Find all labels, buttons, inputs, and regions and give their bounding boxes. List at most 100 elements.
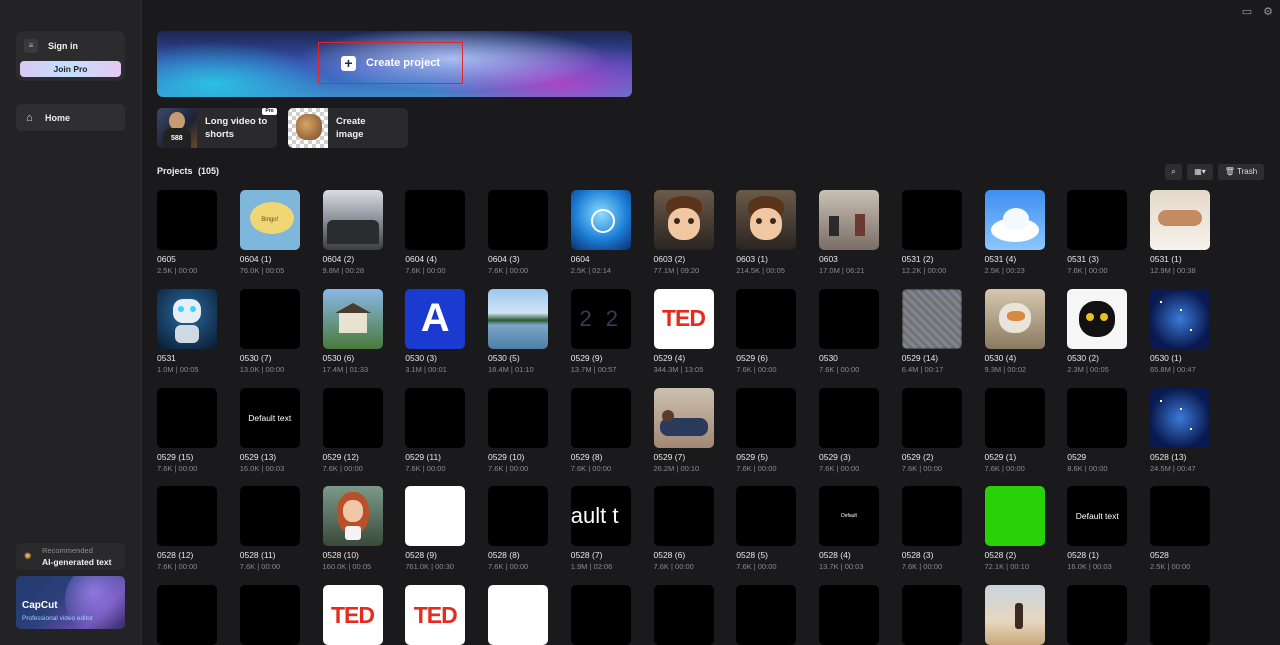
join-pro-button[interactable]: Join Pro	[20, 61, 121, 77]
project-card[interactable]: Bingo! 0604 (1) 76.0K | 00:05	[239, 190, 300, 275]
lightbulb-icon: ✺	[24, 551, 32, 561]
project-card[interactable]: 0528 (10) 160.0K | 00:05	[322, 486, 383, 571]
project-card[interactable]: 0530 (2) 2.3M | 00:05	[1067, 288, 1128, 374]
project-card[interactable]: 0529 (2) 7.6K | 00:00	[901, 387, 962, 473]
project-card[interactable]: 0603 17.0M | 06:21	[819, 190, 879, 275]
project-thumbnail	[157, 288, 217, 349]
project-card[interactable]: TED	[322, 585, 383, 645]
project-meta: 1.0M | 00:05	[157, 364, 199, 374]
project-card[interactable]: 0531 (3) 7.6K | 00:00	[1067, 190, 1128, 275]
project-card[interactable]: 0530 (7) 13.0K | 00:00	[239, 288, 300, 374]
project-card[interactable]: 0529 (1) 7.6K | 00:00	[984, 387, 1045, 473]
project-card[interactable]: 0531 (4) 2.5K | 00:23	[984, 190, 1045, 275]
create-image-button[interactable]: Create image	[288, 108, 408, 148]
project-card[interactable]: 0528 (11) 7.6K | 00:00	[239, 486, 300, 571]
project-card[interactable]	[653, 585, 714, 645]
project-card[interactable]: Default text 0528 (1) 16.0K | 00:03	[1067, 486, 1128, 571]
project-card[interactable]	[570, 585, 631, 645]
project-card[interactable]: 0530 (5) 18.4M | 01:10	[488, 288, 548, 374]
feedback-icon[interactable]: ▭	[1241, 6, 1253, 18]
search-button[interactable]: ⌕	[1165, 164, 1182, 180]
project-card[interactable]	[736, 585, 797, 645]
project-card[interactable]: 0529 (10) 7.6K | 00:00	[488, 387, 548, 473]
project-card[interactable]	[488, 585, 548, 645]
long-video-to-shorts-button[interactable]: 588 Long video to shorts Pro	[157, 108, 277, 148]
project-card[interactable]: 0528 (3) 7.6K | 00:00	[901, 486, 962, 571]
sign-in-button[interactable]: ≡ Sign in	[24, 38, 78, 54]
project-card[interactable]: 0530 (4) 9.3M | 00:02	[984, 288, 1045, 374]
capcut-promo-card[interactable]: CapCut Professional video editor	[16, 576, 125, 629]
project-name: 0528 (11)	[239, 550, 276, 561]
project-card[interactable]: 0528 (6) 7.6K | 00:00	[653, 486, 714, 571]
project-card[interactable]: 0529 (12) 7.6K | 00:00	[322, 387, 383, 473]
sidebar-item-home[interactable]: ⌂ Home	[16, 104, 125, 131]
project-card[interactable]: 0531 (2) 12.2K | 00:00	[901, 190, 962, 275]
project-card[interactable]: 0530 (6) 17.4M | 01:33	[322, 288, 383, 374]
project-card[interactable]: Default text 0529 (13) 16.0K | 00:03	[239, 387, 300, 473]
project-card[interactable]: 0531 1.0M | 00:05	[157, 288, 217, 374]
project-name: 0529 (12)	[322, 451, 359, 462]
project-thumbnail	[405, 190, 466, 250]
project-card[interactable]	[1150, 585, 1210, 645]
project-card[interactable]: 0528 (9) 761.0K | 00:30	[405, 486, 466, 571]
project-card[interactable]: 0529 (3) 7.6K | 00:00	[819, 387, 879, 473]
project-card[interactable]: 0528 (13) 24.5M | 00:47	[1150, 387, 1210, 473]
thumbnail-text: Default text	[248, 412, 292, 423]
project-card[interactable]	[819, 585, 879, 645]
project-card[interactable]: 0603 (1) 214.5K | 00:05	[736, 190, 797, 275]
project-card[interactable]: 0528 (12) 7.6K | 00:00	[157, 486, 217, 571]
project-card[interactable]	[239, 585, 300, 645]
project-card[interactable]: 0529 (6) 7.6K | 00:00	[736, 288, 797, 374]
project-card[interactable]: 0605 2.5K | 00:00	[157, 190, 217, 275]
project-card[interactable]: 0604 (3) 7.6K | 00:00	[488, 190, 548, 275]
project-card[interactable]: TED 0529 (4) 344.3M | 13:05	[653, 288, 714, 374]
project-card[interactable]: 0530 (1) 65.8M | 00:47	[1150, 288, 1210, 374]
project-card[interactable]	[984, 585, 1045, 645]
thumbnail-text: TED	[413, 601, 458, 628]
project-card[interactable]: ault t 0528 (7) 1.9M | 02:06	[570, 486, 631, 571]
view-mode-button[interactable]: ▦▾	[1187, 164, 1213, 180]
project-thumbnail	[819, 387, 879, 448]
project-card[interactable]: 0530 7.6K | 00:00	[819, 288, 879, 374]
project-card[interactable]: 0531 (1) 12.9M | 00:38	[1150, 190, 1210, 275]
project-meta: 65.8M | 00:47	[1150, 364, 1196, 374]
project-card[interactable]: 0529 (8) 7.6K | 00:00	[570, 387, 631, 473]
project-meta: 7.6K | 00:00	[405, 266, 446, 275]
project-card[interactable]	[157, 585, 217, 645]
create-project-button[interactable]: + Create project	[318, 42, 463, 84]
project-card[interactable]: 0529 8.6K | 00:00	[1067, 387, 1128, 473]
project-thumbnail	[405, 387, 466, 448]
project-card[interactable]: 0529 (11) 7.6K | 00:00	[405, 387, 466, 473]
project-card[interactable]	[901, 585, 962, 645]
project-thumbnail	[322, 486, 383, 547]
project-card[interactable]: 0528 (2) 72.1K | 00:10	[984, 486, 1045, 572]
project-name: 0530 (7)	[239, 352, 272, 363]
project-meta: 7.6K | 00:00	[901, 463, 943, 473]
settings-icon[interactable]: ⚙	[1262, 6, 1274, 18]
project-card[interactable]: TED	[405, 585, 466, 645]
project-card[interactable]: 0529 (14) 6.4M | 00:17	[901, 288, 962, 374]
project-name: 0529 (8)	[570, 451, 603, 462]
project-card[interactable]: 0604 (4) 7.6K | 00:00	[405, 190, 466, 275]
project-card[interactable]: 0529 (15) 7.6K | 00:00	[157, 387, 217, 473]
project-card[interactable]: 0604 2.5K | 02:14	[570, 190, 631, 275]
project-card[interactable]: 0603 (2) 77.1M | 09:20	[653, 190, 714, 275]
project-card[interactable]: 0528 (8) 7.6K | 00:00	[488, 486, 548, 571]
project-meta: 2.5K | 00:00	[157, 266, 198, 275]
recommended-feature-card[interactable]: ✺ Recommended AI-generated text	[16, 543, 125, 570]
project-thumbnail	[239, 288, 300, 349]
project-card[interactable]: 0529 (7) 26.2M | 00:10	[653, 387, 714, 473]
project-meta: 7.6K | 00:00	[819, 364, 860, 374]
project-card[interactable]: 0529 (5) 7.6K | 00:00	[736, 387, 797, 473]
project-card[interactable]: Default 0528 (4) 13.7K | 00:03	[819, 486, 879, 571]
project-card[interactable]	[1067, 585, 1128, 645]
project-name: 0529 (7)	[653, 451, 686, 462]
project-card[interactable]: 2 2 0529 (9) 13.7M | 00:57	[570, 288, 631, 374]
project-meta: 72.1K | 00:10	[984, 562, 1029, 572]
project-card[interactable]: 0528 (5) 7.6K | 00:00	[736, 486, 797, 571]
project-card[interactable]: A 0530 (3) 3.1M | 00:01	[405, 288, 466, 374]
project-card[interactable]: 0604 (2) 9.8M | 00:28	[322, 190, 383, 275]
project-meta: 12.2K | 00:00	[901, 266, 947, 275]
project-card[interactable]: 0528 2.5K | 00:00	[1150, 486, 1210, 571]
trash-button[interactable]: 🗑︎ Trash	[1218, 164, 1264, 180]
